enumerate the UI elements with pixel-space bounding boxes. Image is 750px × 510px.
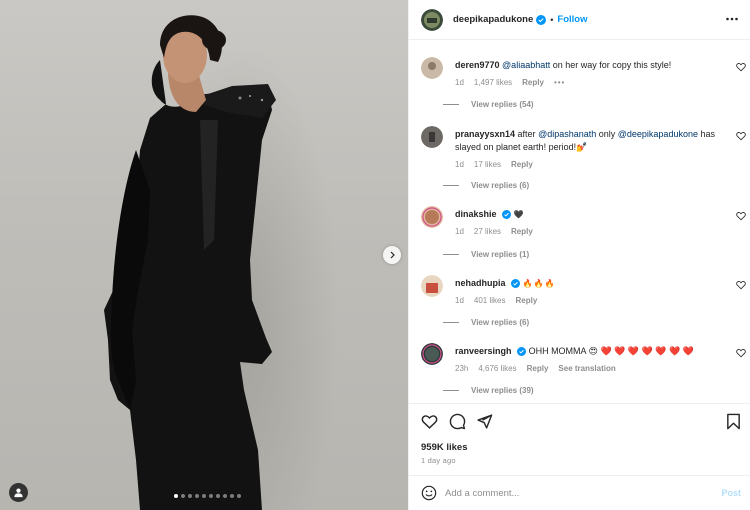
view-replies-label: View replies (6) bbox=[471, 181, 530, 190]
emoji-icon[interactable] bbox=[421, 485, 437, 501]
view-replies-button[interactable]: View replies (39) bbox=[443, 386, 534, 395]
heart-icon[interactable] bbox=[736, 62, 746, 72]
comment-text: OHH MOMMA 😍 ❤️ ❤️ ❤️ ❤️ ❤️ ❤️ ❤️ bbox=[528, 346, 694, 356]
comment-more-button[interactable]: ••• bbox=[554, 76, 565, 89]
commenter-avatar[interactable] bbox=[421, 57, 443, 79]
view-replies-button[interactable]: View replies (6) bbox=[443, 318, 529, 327]
user-tag-icon bbox=[14, 488, 23, 498]
comment-time[interactable]: 1d bbox=[455, 294, 464, 307]
view-replies-button[interactable]: View replies (1) bbox=[443, 250, 529, 259]
carousel-indicator bbox=[174, 494, 241, 498]
post-panel: deepikapadukone • Follow deren9770 @alia… bbox=[408, 0, 750, 510]
comment-mention[interactable]: @aliaabhatt bbox=[502, 60, 550, 70]
comment-time[interactable]: 1d bbox=[455, 225, 464, 238]
verified-badge-icon bbox=[502, 210, 512, 220]
like-count[interactable]: 959K likes bbox=[421, 442, 467, 453]
share-icon[interactable] bbox=[476, 413, 493, 430]
author-avatar[interactable] bbox=[421, 8, 443, 31]
verified-badge-icon bbox=[517, 347, 527, 357]
post-header: deepikapadukone • Follow bbox=[409, 0, 750, 40]
carousel-dot bbox=[237, 494, 241, 498]
next-arrow-icon bbox=[390, 251, 395, 259]
carousel-dot bbox=[209, 494, 213, 498]
comment-username[interactable]: deren9770 bbox=[455, 60, 500, 70]
comment-likes[interactable]: 17 likes bbox=[474, 158, 501, 171]
heart-icon[interactable] bbox=[736, 348, 746, 358]
more-options-icon[interactable] bbox=[725, 12, 739, 26]
tagged-users-button[interactable] bbox=[9, 483, 28, 502]
add-comment-bar: Post bbox=[409, 475, 750, 510]
view-replies-label: View replies (54) bbox=[471, 100, 534, 109]
reply-button[interactable]: Reply bbox=[515, 294, 537, 307]
post-timestamp[interactable]: 1 day ago bbox=[421, 456, 456, 465]
comment-text: on her way for copy this style! bbox=[550, 60, 672, 70]
comment-icon[interactable] bbox=[449, 413, 466, 430]
reply-button[interactable]: Reply bbox=[527, 362, 549, 375]
comment-likes[interactable]: 1,497 likes bbox=[474, 76, 512, 89]
comment-username[interactable]: ranveersingh bbox=[455, 346, 512, 356]
comment-mention[interactable]: @dipashanath bbox=[538, 129, 596, 139]
heart-icon[interactable] bbox=[736, 131, 746, 141]
post-photo bbox=[104, 15, 276, 510]
view-replies-label: View replies (39) bbox=[471, 386, 534, 395]
commenter-avatar[interactable] bbox=[421, 343, 443, 365]
verified-badge-icon bbox=[536, 14, 547, 25]
comment-input[interactable] bbox=[445, 487, 695, 499]
carousel-dot bbox=[202, 494, 206, 498]
comment-likes[interactable]: 27 likes bbox=[474, 225, 501, 238]
reply-button[interactable]: Reply bbox=[511, 225, 533, 238]
comment-time[interactable]: 1d bbox=[455, 158, 464, 171]
header-separator: • bbox=[550, 14, 554, 25]
comment-likes[interactable]: 4,676 likes bbox=[478, 362, 516, 375]
comment-text: 🔥🔥🔥 bbox=[522, 279, 556, 288]
comment-likes[interactable]: 401 likes bbox=[474, 294, 506, 307]
comment-username[interactable]: dinakshie bbox=[455, 209, 497, 219]
author-username[interactable]: deepikapadukone bbox=[453, 14, 533, 25]
carousel-dot bbox=[230, 494, 234, 498]
heart-icon[interactable] bbox=[736, 211, 746, 221]
post-actions: 959K likes 1 day ago bbox=[409, 403, 750, 475]
reply-button[interactable]: Reply bbox=[511, 158, 533, 171]
comment-text: 🖤 bbox=[513, 210, 525, 219]
reply-button[interactable]: Reply bbox=[522, 76, 544, 89]
view-replies-label: View replies (1) bbox=[471, 250, 530, 259]
carousel-dot bbox=[188, 494, 192, 498]
heart-icon[interactable] bbox=[736, 280, 746, 290]
comment-username[interactable]: nehadhupia bbox=[455, 278, 506, 288]
commenter-avatar[interactable] bbox=[421, 126, 443, 148]
carousel-dot bbox=[174, 494, 178, 498]
carousel-dot bbox=[195, 494, 199, 498]
view-replies-button[interactable]: View replies (6) bbox=[443, 181, 529, 190]
commenter-avatar[interactable] bbox=[421, 206, 443, 228]
carousel-dot bbox=[216, 494, 220, 498]
post-comment-button[interactable]: Post bbox=[721, 488, 741, 498]
carousel-dot bbox=[223, 494, 227, 498]
follow-button[interactable]: Follow bbox=[557, 14, 587, 25]
verified-badge-icon bbox=[511, 279, 521, 289]
carousel-dot bbox=[181, 494, 185, 498]
commenter-avatar[interactable] bbox=[421, 275, 443, 297]
view-replies-button[interactable]: View replies (54) bbox=[443, 100, 534, 109]
comment-text: only bbox=[596, 129, 618, 139]
comment-time[interactable]: 23h bbox=[455, 362, 468, 375]
carousel-next-button[interactable] bbox=[383, 246, 401, 264]
post-media[interactable] bbox=[0, 0, 408, 510]
comment-username[interactable]: pranayysxn14 bbox=[455, 129, 515, 139]
comment-text: after bbox=[515, 129, 539, 139]
view-replies-label: View replies (6) bbox=[471, 318, 530, 327]
bookmark-icon[interactable] bbox=[726, 413, 741, 430]
comment-time[interactable]: 1d bbox=[455, 76, 464, 89]
heart-icon[interactable] bbox=[421, 413, 438, 430]
comment-mention[interactable]: @deepikapadukone bbox=[618, 129, 698, 139]
see-translation-button[interactable]: See translation bbox=[558, 362, 615, 375]
